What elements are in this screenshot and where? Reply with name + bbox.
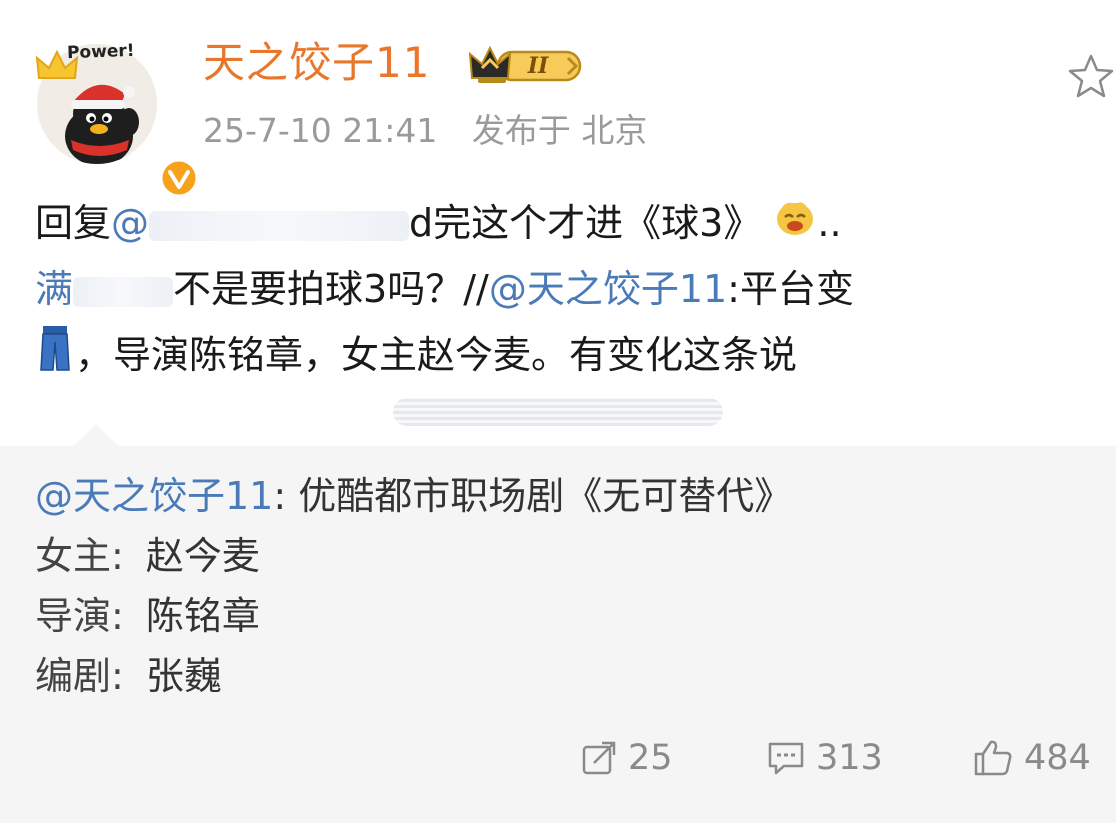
repost-info-row: 导演: 陈铭章 — [35, 586, 792, 646]
post-text-segment: d完这个才进《球3》 — [409, 201, 762, 245]
redacted-text — [393, 398, 723, 426]
post-timestamp: 25-7-10 21:41 — [203, 111, 438, 150]
username[interactable]: 天之饺子11 — [203, 38, 430, 88]
repost-info-row: 女主: 赵今麦 — [35, 526, 792, 586]
vip-badge[interactable]: II — [468, 42, 588, 88]
repost-button[interactable]: 25 — [580, 728, 673, 788]
info-value: 赵今麦 — [145, 534, 260, 578]
comment-button[interactable]: 313 — [766, 728, 883, 788]
like-button[interactable]: 484 — [972, 728, 1091, 788]
thumbs-up-icon — [974, 740, 1012, 776]
post-text-segment: .. — [817, 201, 842, 245]
repost-info-row: 编剧: 张巍 — [35, 646, 792, 706]
post-content: 回复@ d完这个才进《球3》 .. 满不是要拍球3吗？//@天之饺子11:平台变 … — [35, 190, 1095, 388]
mention-fragment[interactable]: 满 — [35, 267, 73, 311]
reply-prefix: 回复 — [35, 201, 112, 245]
info-key: 导演: — [35, 594, 124, 638]
avatar[interactable]: Power! — [35, 41, 199, 198]
reply-mention[interactable]: @ — [111, 201, 149, 245]
repost-pointer — [74, 424, 118, 446]
repost-icon — [582, 741, 616, 775]
author-mention[interactable]: @天之饺子11 — [489, 267, 727, 311]
jeans-emoji-icon — [35, 324, 75, 392]
laughing-emoji-icon — [773, 193, 817, 259]
info-value: 陈铭章 — [145, 594, 260, 638]
post-text-segment: :平台变 — [727, 267, 854, 311]
post-text-segment: ，导演陈铭章，女主赵今麦。有变化这条说 — [75, 333, 798, 377]
redacted-text — [73, 276, 174, 307]
repost-author-mention[interactable]: @天之饺子11 — [35, 474, 273, 518]
info-key: 编剧: — [35, 654, 124, 698]
vip-crown-icon: II — [468, 45, 582, 83]
redacted-text — [149, 210, 410, 241]
post-line-3: ，导演陈铭章，女主赵今麦。有变化这条说 — [35, 322, 1095, 388]
info-key: 女主: — [35, 534, 124, 578]
post-meta: 25-7-10 21:41 发布于 北京 — [203, 110, 671, 152]
comment-icon — [768, 742, 804, 775]
post-location: 发布于 北京 — [471, 111, 648, 150]
comment-count: 313 — [816, 738, 883, 778]
post-line-1: 回复@ d完这个才进《球3》 .. — [35, 190, 1095, 256]
repost-content: @天之饺子11: 优酷都市职场剧《无可替代》 女主: 赵今麦 导演: 陈铭章 编剧:… — [35, 466, 792, 706]
post-text-segment: 不是要拍球3吗？// — [173, 267, 489, 311]
post-line-2: 满 不是要拍球3吗？//@天之饺子11:平台变 — [35, 256, 1095, 322]
favorite-star-icon[interactable] — [1066, 52, 1116, 100]
repost-count: 25 — [628, 738, 673, 778]
vip-level-label: II — [527, 53, 549, 79]
info-value: 张巍 — [145, 654, 222, 698]
like-count: 484 — [1024, 738, 1091, 778]
repost-headline: : 优酷都市职场剧《无可替代》 — [273, 474, 793, 518]
repost-headline-row: @天之饺子11: 优酷都市职场剧《无可替代》 — [35, 466, 792, 526]
action-bar: 25 313 484 — [0, 728, 1116, 788]
crown-icon — [35, 49, 79, 79]
